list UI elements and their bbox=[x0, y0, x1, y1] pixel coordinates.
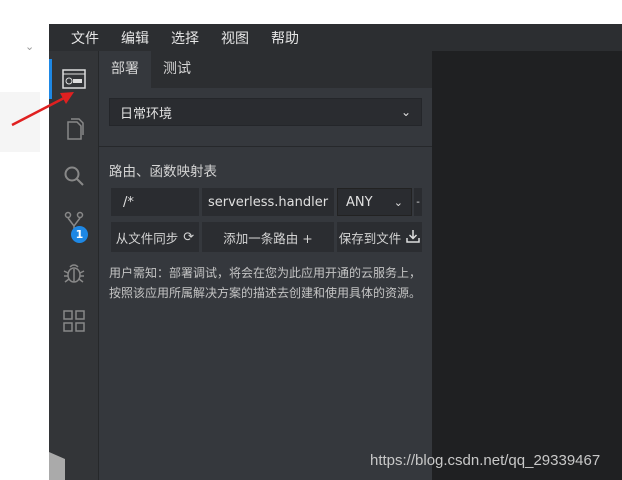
menu-select[interactable]: 选择 bbox=[171, 28, 199, 48]
notice-line: 用户需知：部署调试，将会在您为此应用开通的云服务上， bbox=[109, 266, 422, 280]
search-icon[interactable] bbox=[49, 156, 98, 196]
menu-file[interactable]: 文件 bbox=[71, 28, 99, 48]
refresh-icon: ⟳ bbox=[183, 229, 195, 245]
route-path-input[interactable]: /* bbox=[111, 188, 199, 216]
chevron-down-icon: ⌄ bbox=[393, 195, 403, 209]
sync-from-file-button[interactable]: 从文件同步 ⟳ bbox=[111, 222, 199, 252]
save-label: 保存到文件 bbox=[338, 230, 402, 246]
tab-deploy[interactable]: 部署 bbox=[99, 51, 151, 88]
remove-route-button[interactable]: - bbox=[414, 188, 422, 216]
menu-bar: 文件 编辑 选择 视图 帮助 bbox=[49, 24, 622, 51]
divider bbox=[99, 146, 432, 147]
notice-text: 用户需知：部署调试，将会在您为此应用开通的云服务上， 按照该应用所属解决方案的描… bbox=[109, 263, 421, 303]
env-select[interactable]: 日常环境 ⌄ bbox=[109, 98, 422, 126]
notice-line: 按照该应用所属解决方案的描述去创建和使用具体的资源。 bbox=[109, 286, 422, 300]
menu-view[interactable]: 视图 bbox=[221, 28, 249, 48]
env-select-value: 日常环境 bbox=[120, 106, 173, 122]
editor-area bbox=[432, 51, 622, 480]
left-white-area bbox=[0, 0, 49, 480]
download-icon bbox=[406, 229, 420, 246]
menu-help[interactable]: 帮助 bbox=[271, 28, 299, 48]
add-route-button[interactable]: 添加一条路由 + bbox=[202, 222, 334, 252]
route-method-value: ANY bbox=[346, 194, 373, 210]
menu-edit[interactable]: 编辑 bbox=[121, 28, 149, 48]
save-to-file-button[interactable]: 保存到文件 bbox=[337, 222, 422, 252]
red-arrow-annotation bbox=[11, 92, 74, 127]
sync-label: 从文件同步 bbox=[115, 230, 179, 246]
tab-test[interactable]: 测试 bbox=[151, 51, 203, 88]
watermark: https://blog.csdn.net/qq_29339467 bbox=[370, 452, 601, 469]
route-method-select[interactable]: ANY ⌄ bbox=[337, 188, 412, 216]
chevron-down-icon[interactable]: ⌄ bbox=[25, 40, 34, 53]
route-handler-input[interactable]: serverless.handler bbox=[202, 188, 334, 216]
notification-badge: 1 bbox=[71, 226, 88, 243]
source-control-icon[interactable]: 1 bbox=[49, 204, 98, 244]
chevron-down-icon: ⌄ bbox=[400, 105, 411, 119]
debug-bug-icon[interactable] bbox=[49, 253, 98, 293]
extensions-grid-icon[interactable] bbox=[49, 301, 98, 341]
section-title: 路由、函数映射表 bbox=[109, 164, 217, 180]
deploy-panel: 部署 测试 日常环境 ⌄ 路由、函数映射表 /* serverless.hand… bbox=[99, 51, 432, 480]
